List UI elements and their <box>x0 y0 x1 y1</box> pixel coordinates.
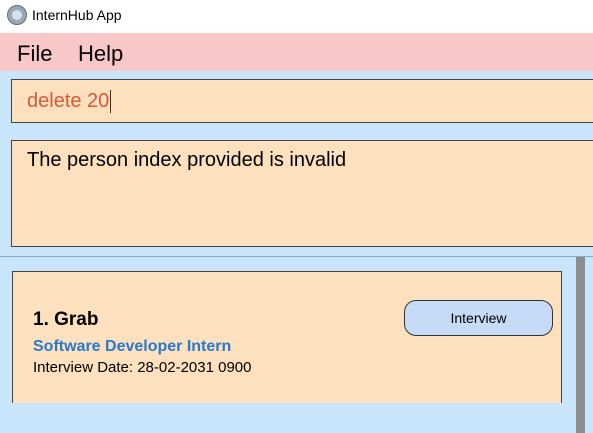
command-input[interactable]: delete 20 <box>11 79 593 123</box>
command-input-text[interactable]: delete 20 <box>27 90 112 113</box>
item-title: 1. Grab <box>33 309 99 330</box>
window-title: InternHub App <box>32 7 122 23</box>
list-scrollbar[interactable] <box>576 257 585 433</box>
status-badge: Interview <box>404 300 553 336</box>
item-interview-date: Interview Date: 28-02-2031 0900 <box>33 359 252 376</box>
app-logo-icon <box>7 5 27 25</box>
menu-bar: File Help <box>0 33 593 71</box>
title-bar: InternHub App <box>0 0 593 32</box>
item-role: Software Developer Intern <box>33 338 232 355</box>
menu-help[interactable]: Help <box>78 41 123 67</box>
list-item[interactable]: 1. Grab Software Developer Intern Interv… <box>12 271 562 403</box>
panel-divider <box>0 256 593 257</box>
menu-file[interactable]: File <box>17 41 52 67</box>
result-display: The person index provided is invalid <box>11 140 593 247</box>
result-message: The person index provided is invalid <box>27 149 347 171</box>
